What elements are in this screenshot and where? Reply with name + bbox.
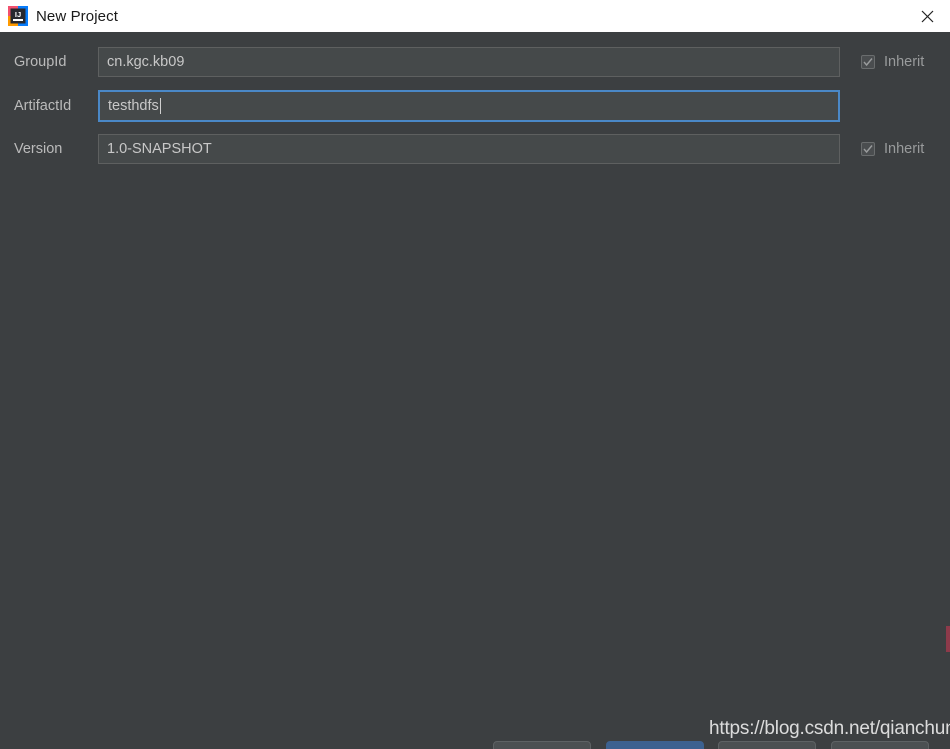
dialog-button-bar: Previous Next Cancel Help bbox=[0, 707, 950, 749]
version-input[interactable]: 1.0-SNAPSHOT bbox=[98, 134, 840, 164]
version-label: Version bbox=[14, 141, 63, 157]
groupid-inherit-label: Inherit bbox=[884, 54, 925, 70]
svg-text:IJ: IJ bbox=[15, 10, 21, 19]
artifactid-value: testhdfs bbox=[108, 98, 159, 114]
help-button[interactable]: Help bbox=[831, 741, 929, 749]
groupid-inherit-checkbox[interactable] bbox=[861, 55, 875, 69]
edge-artifact bbox=[946, 626, 950, 652]
next-button[interactable]: Next bbox=[606, 741, 704, 749]
groupid-input[interactable]: cn.kgc.kb09 bbox=[98, 47, 840, 77]
previous-button[interactable]: Previous bbox=[493, 741, 591, 749]
close-icon[interactable] bbox=[904, 0, 950, 32]
version-inherit-label: Inherit bbox=[884, 141, 925, 157]
version-inherit-group[interactable]: Inherit bbox=[861, 141, 924, 157]
dialog-content: GroupId cn.kgc.kb09 Inherit ArtifactId t… bbox=[0, 32, 950, 749]
window-title: New Project bbox=[36, 7, 118, 25]
intellij-idea-icon: IJ bbox=[8, 6, 28, 26]
artifactid-label: ArtifactId bbox=[14, 98, 72, 114]
groupid-inherit-group[interactable]: Inherit bbox=[861, 54, 924, 70]
artifactid-input[interactable]: testhdfs bbox=[98, 90, 840, 122]
groupid-label: GroupId bbox=[14, 54, 67, 70]
cancel-button[interactable]: Cancel bbox=[718, 741, 816, 749]
new-project-dialog: IJ New Project GroupId cn.kgc.kb09 Inher… bbox=[0, 0, 950, 749]
form-row-version: Version 1.0-SNAPSHOT Inherit bbox=[0, 133, 950, 165]
version-inherit-checkbox[interactable] bbox=[861, 142, 875, 156]
form-row-artifactid: ArtifactId testhdfs bbox=[0, 90, 950, 122]
form-row-groupid: GroupId cn.kgc.kb09 Inherit bbox=[0, 46, 950, 78]
text-caret bbox=[159, 98, 161, 114]
title-bar: IJ New Project bbox=[0, 0, 950, 32]
